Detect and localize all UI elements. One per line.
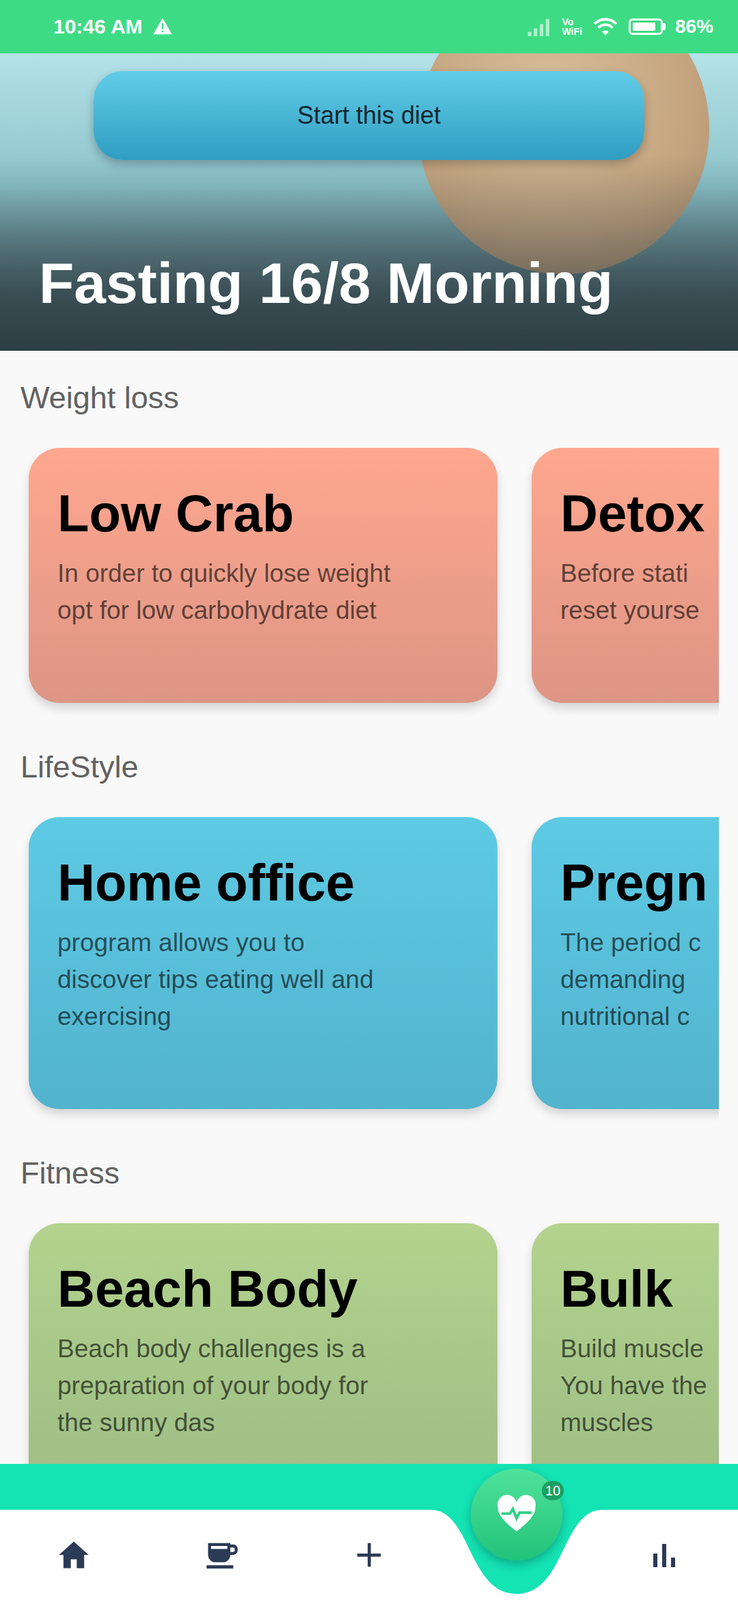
cup-icon[interactable] [203,1536,240,1572]
card-description: Build muscle [560,1329,719,1367]
card-description: In order to quickly lose weight [57,554,469,592]
heart-pulse-icon [494,1491,540,1537]
start-diet-button[interactable]: Start this diet [93,71,645,160]
card-description: You have the [560,1366,719,1404]
wifi-icon [591,15,620,38]
diet-card[interactable]: Bulk Build muscleYou have themuscles [531,1222,719,1464]
card-title: Bulk [560,1256,719,1319]
health-button[interactable]: 10 [470,1467,563,1560]
diet-section: Fitness Beach Body Beach body challenges i… [0,1125,738,1464]
diet-screen: 10:46 AM VoWiFi 86% Start this diet Fasting … [0,0,738,1599]
section-title: Weight loss [0,350,738,448]
hero-title: Fasting 16/8 Morning [0,250,613,317]
card-description: preparation of your body for [57,1366,469,1404]
diet-card[interactable]: Detox Before statireset yourse [531,447,719,703]
card-description: discover tips eating well and [57,960,469,998]
section-title: LifeStyle [0,719,738,817]
warning-icon [152,16,173,37]
card-description: Before stati [560,554,719,592]
diet-section: Weight loss Low Crab In order to quickly l… [0,350,738,720]
battery-icon [628,18,666,35]
bottom-nav: 10 [0,1463,738,1599]
battery-reading: 86% [675,15,714,38]
status-bar: 10:46 AM VoWiFi 86% [0,0,738,54]
card-title: Detox [560,481,719,544]
card-description: exercising [57,997,469,1035]
card-description: Beach body challenges is a [57,1329,469,1367]
card-description: demanding [560,960,719,998]
diet-card[interactable]: Home office program allows you todiscover… [28,816,498,1109]
section-title: Fitness [0,1125,738,1223]
card-title: Beach Body [57,1256,469,1319]
card-description: reset yourse [560,591,719,629]
content: Start this diet Fasting 16/8 Morning Weigh… [0,53,738,1464]
diet-card[interactable]: Pregn The period cdemandingnutritional c [531,816,719,1109]
home-icon[interactable] [56,1536,92,1572]
signal-icon [526,16,553,37]
diet-card[interactable]: Beach Body Beach body challenges is aprep… [28,1222,498,1464]
card-description: opt for low carbohydrate diet [57,591,469,629]
hero-banner: Start this diet Fasting 16/8 Morning [0,53,738,351]
card-description: the sunny das [57,1403,469,1441]
diet-section: LifeStyle Home office program allows you t… [0,719,738,1126]
diet-card[interactable]: Low Crab In order to quickly lose weighto… [28,447,498,703]
notification-badge: 10 [541,1480,564,1500]
chart-icon[interactable] [647,1537,681,1571]
card-title: Pregn [560,850,719,913]
card-carousel[interactable]: Home office program allows you todiscover… [0,816,719,1126]
card-carousel[interactable]: Beach Body Beach body challenges is aprep… [0,1222,719,1464]
status-time: 10:46 AM [53,15,143,39]
card-title: Low Crab [57,481,469,544]
vowifi-label: VoWiFi [562,17,583,37]
card-title: Home office [57,850,469,913]
card-description: nutritional c [560,997,719,1035]
plus-icon[interactable] [353,1538,385,1570]
card-description: The period c [560,923,719,961]
card-carousel[interactable]: Low Crab In order to quickly lose weighto… [0,447,719,720]
card-description: program allows you to [57,923,469,961]
card-description: muscles [560,1403,719,1441]
